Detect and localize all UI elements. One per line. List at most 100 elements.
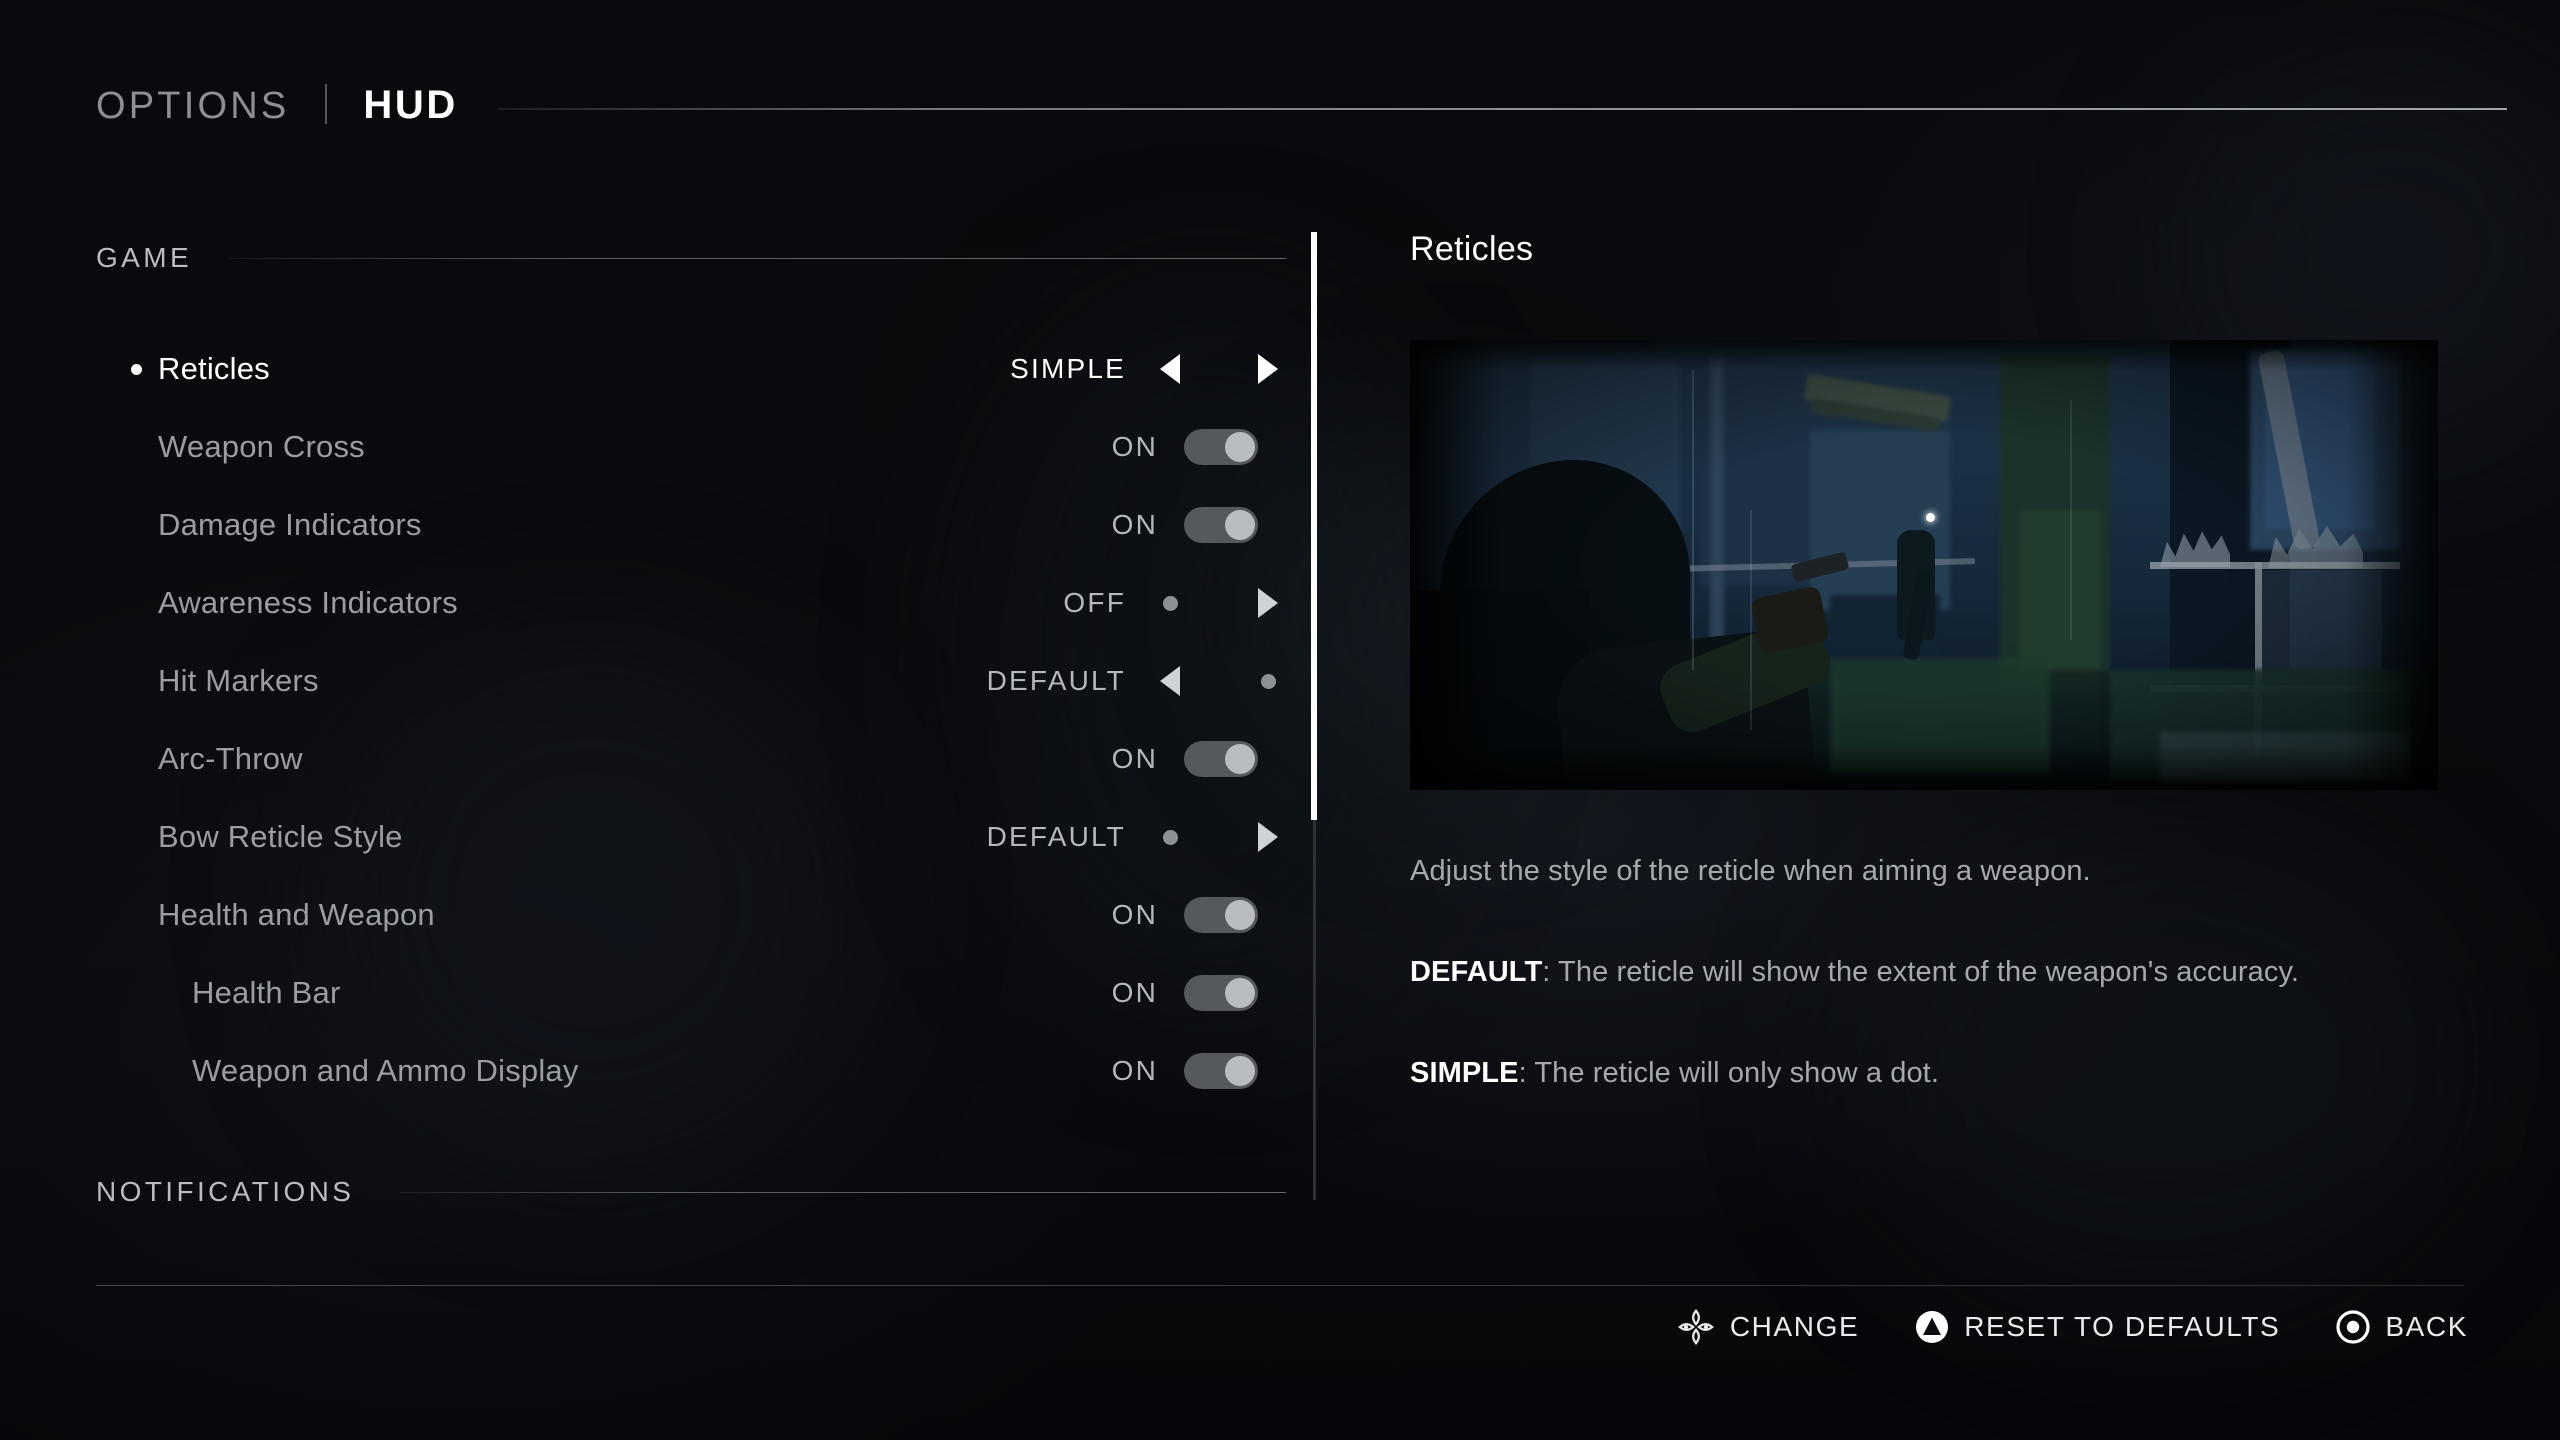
setting-control[interactable]: ON [866, 408, 1286, 486]
setting-label: Damage Indicators [158, 507, 422, 542]
section-header-game: GAME [96, 242, 1286, 274]
value-stepper[interactable] [1152, 354, 1286, 384]
button-hint-back[interactable]: BACK [2336, 1310, 2468, 1344]
section-header-notifications: NOTIFICATIONS [96, 1176, 1286, 1208]
toggle-knob [1225, 978, 1255, 1008]
setting-value: OFF [1063, 587, 1126, 618]
button-hint-reset-to-defaults[interactable]: RESET TO DEFAULTS [1915, 1310, 2280, 1344]
setting-value: DEFAULT [986, 665, 1126, 696]
toggle-switch[interactable] [1184, 1053, 1258, 1089]
setting-label: Weapon Cross [158, 429, 365, 464]
settings-list: Reticles SIMPLE Weapon Cross ON Damage Indic… [96, 330, 1286, 1110]
section-rule [226, 257, 1286, 259]
setting-control[interactable]: DEFAULT [866, 642, 1286, 720]
button-hints: CHANGE RESET TO DEFAULTS BACK [1677, 1308, 2468, 1346]
chevron-right-icon [1258, 354, 1278, 384]
button-hint-label: BACK [2385, 1311, 2468, 1342]
toggle-switch[interactable] [1184, 429, 1258, 465]
preview-vignette [1410, 340, 2438, 790]
description-lead: SIMPLE [1410, 1057, 1519, 1089]
stepper-left[interactable] [1152, 666, 1188, 696]
setting-row[interactable]: Bow Reticle Style DEFAULT [96, 798, 1286, 876]
stepper-left-disabled [1152, 829, 1188, 845]
setting-label: Bow Reticle Style [158, 819, 403, 854]
toggle-switch[interactable] [1184, 741, 1258, 777]
setting-label: Hit Markers [158, 663, 319, 698]
description-paragraph: Adjust the style of the reticle when aim… [1410, 845, 2410, 898]
setting-value: SIMPLE [1010, 353, 1126, 384]
stepper-left[interactable] [1152, 354, 1188, 384]
toggle-knob [1225, 744, 1255, 774]
setting-label: Awareness Indicators [158, 585, 458, 620]
setting-row[interactable]: Awareness Indicators OFF [96, 564, 1286, 642]
scrollbar-thumb[interactable] [1311, 232, 1317, 820]
description-lead: DEFAULT [1410, 956, 1543, 988]
stepper-right[interactable] [1250, 354, 1286, 384]
setting-row[interactable]: Arc-Throw ON [96, 720, 1286, 798]
button-hint-change[interactable]: CHANGE [1677, 1308, 1859, 1346]
description-text: : The reticle will only show a dot. [1518, 1057, 1939, 1089]
setting-row[interactable]: Hit Markers DEFAULT [96, 642, 1286, 720]
dpad-icon-wrap [1677, 1308, 1715, 1346]
setting-value: ON [1111, 1055, 1158, 1086]
stepper-dot-icon [1162, 595, 1178, 611]
chevron-left-icon [1160, 666, 1180, 696]
toggle-switch[interactable] [1184, 507, 1258, 543]
setting-row[interactable]: Health Bar ON [96, 954, 1286, 1032]
triangle-icon [1916, 1311, 1949, 1343]
value-stepper[interactable] [1152, 822, 1286, 852]
toggle-switch[interactable] [1184, 897, 1258, 933]
setting-row[interactable]: Reticles SIMPLE [96, 330, 1286, 408]
footer-divider [96, 1285, 2464, 1286]
circle-icon-wrap [2336, 1310, 2370, 1344]
setting-label: Reticles [158, 351, 270, 386]
setting-control[interactable]: ON [866, 954, 1286, 1032]
section-label-notifications: NOTIFICATIONS [96, 1176, 355, 1207]
settings-column: GAME Reticles SIMPLE Weapon Cross ON Damage … [0, 0, 1320, 1440]
chevron-right-icon [1258, 588, 1278, 618]
toggle-knob [1225, 900, 1255, 930]
setting-control[interactable]: DEFAULT [866, 798, 1286, 876]
toggle-knob [1225, 510, 1255, 540]
button-hint-label: CHANGE [1729, 1311, 1860, 1342]
value-stepper[interactable] [1152, 666, 1286, 696]
value-stepper[interactable] [1152, 588, 1286, 618]
section-label-game: GAME [96, 242, 193, 273]
options-menu-screen: OPTIONS HUD GAME Reticles SIMPLE Weapon Cr… [0, 0, 2560, 1440]
setting-control[interactable]: SIMPLE [866, 330, 1286, 408]
setting-value: DEFAULT [986, 821, 1126, 852]
setting-control[interactable]: ON [866, 876, 1286, 954]
setting-row[interactable]: Weapon and Ammo Display ON [96, 1032, 1286, 1110]
setting-row[interactable]: Damage Indicators ON [96, 486, 1286, 564]
toggle-switch[interactable] [1184, 975, 1258, 1011]
stepper-dot-icon [1162, 829, 1178, 845]
description-text: : The reticle will show the extent of th… [1542, 956, 2300, 988]
setting-label: Weapon and Ammo Display [192, 1053, 579, 1088]
stepper-right[interactable] [1250, 822, 1286, 852]
description-paragraph: DEFAULT: The reticle will show the exten… [1410, 946, 2410, 999]
stepper-dot-icon [1260, 673, 1276, 689]
setting-control[interactable]: OFF [866, 564, 1286, 642]
triangle-icon-wrap [1915, 1310, 1949, 1344]
reticle-preview-image [1410, 340, 2438, 790]
chevron-left-icon [1160, 354, 1180, 384]
toggle-knob [1225, 432, 1255, 462]
detail-title: Reticles [1410, 230, 1534, 268]
description-paragraph: SIMPLE: The reticle will only show a dot… [1410, 1047, 2410, 1100]
stepper-right-disabled [1250, 673, 1286, 689]
circle-icon [2336, 1310, 2370, 1344]
setting-value: ON [1111, 431, 1158, 462]
setting-control[interactable]: ON [866, 720, 1286, 798]
chevron-right-icon [1258, 822, 1278, 852]
setting-label: Arc-Throw [158, 741, 303, 776]
setting-control[interactable]: ON [866, 486, 1286, 564]
setting-row[interactable]: Health and Weapon ON [96, 876, 1286, 954]
setting-label: Health Bar [192, 975, 341, 1010]
setting-row[interactable]: Weapon Cross ON [96, 408, 1286, 486]
stepper-right[interactable] [1250, 588, 1286, 618]
setting-value: ON [1111, 977, 1158, 1008]
toggle-knob [1225, 1056, 1255, 1086]
detail-panel: Reticles Adjust the style of the reticle… [1410, 0, 2470, 1440]
setting-control[interactable]: ON [866, 1032, 1286, 1110]
section-rule [400, 1191, 1286, 1193]
